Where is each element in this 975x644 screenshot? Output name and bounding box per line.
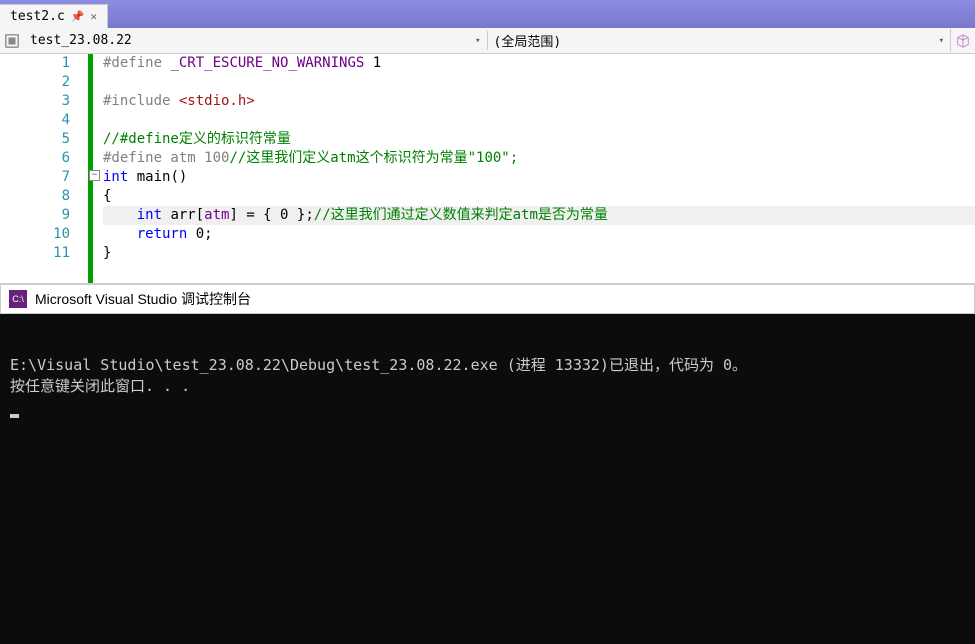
console-line: E:\Visual Studio\test_23.08.22\Debug\tes… <box>10 356 747 374</box>
code-line-current: int arr[atm] = { 0 };//这里我们通过定义数值来判定atm是… <box>103 206 975 225</box>
code-text-area[interactable]: #define _CRT_ESCURE_NO_WARNINGS 1 #inclu… <box>93 54 975 283</box>
code-line <box>103 111 975 130</box>
console-line: 按任意键关闭此窗口. . . <box>10 377 190 395</box>
console-title: Microsoft Visual Studio 调试控制台 <box>35 289 251 309</box>
code-line: #define atm 100//这里我们定义atm这个标识符为常量"100"; <box>103 149 975 168</box>
close-icon[interactable]: ✕ <box>91 10 98 23</box>
code-line: #define _CRT_ESCURE_NO_WARNINGS 1 <box>103 54 975 73</box>
console-output[interactable]: E:\Visual Studio\test_23.08.22\Debug\tes… <box>0 314 975 644</box>
tab-bar: test2.c 📌 ✕ <box>0 0 975 28</box>
file-tab[interactable]: test2.c 📌 ✕ <box>0 4 108 28</box>
line-number: 6 <box>0 149 70 168</box>
code-line: { <box>103 187 975 206</box>
line-number: 10 <box>0 225 70 244</box>
console-titlebar[interactable]: C:\ Microsoft Visual Studio 调试控制台 <box>0 284 975 314</box>
line-number: 9 <box>0 206 70 225</box>
line-number: 2 <box>0 73 70 92</box>
split-view-icon[interactable] <box>951 34 975 48</box>
pin-icon[interactable]: 📌 <box>71 10 85 23</box>
line-number: 7 <box>0 168 70 187</box>
scope-dropdown-left[interactable]: test_23.08.22 ▾ <box>24 31 488 50</box>
code-line <box>103 73 975 92</box>
code-line: −int main() <box>103 168 975 187</box>
navigation-bar: test_23.08.22 ▾ (全局范围) ▾ <box>0 28 975 54</box>
scope-dropdown-right[interactable]: (全局范围) ▾ <box>488 29 952 52</box>
module-icon <box>4 33 20 49</box>
code-line: } <box>103 244 975 263</box>
chevron-down-icon: ▾ <box>475 36 480 46</box>
line-number: 5 <box>0 130 70 149</box>
code-line: #include <stdio.h> <box>103 92 975 111</box>
code-editor[interactable]: 1 2 3 4 5 6 7 8 9 10 11 #define _CRT_ESC… <box>0 54 975 284</box>
line-number-gutter: 1 2 3 4 5 6 7 8 9 10 11 <box>0 54 88 283</box>
fold-toggle-icon[interactable]: − <box>89 170 100 181</box>
line-number: 1 <box>0 54 70 73</box>
scope-left-label: test_23.08.22 <box>30 33 132 48</box>
tab-filename: test2.c <box>10 9 65 24</box>
console-cursor <box>10 414 19 418</box>
line-number: 4 <box>0 111 70 130</box>
code-line: //#define定义的标识符常量 <box>103 130 975 149</box>
line-number: 8 <box>0 187 70 206</box>
scope-right-label: (全局范围) <box>494 31 562 50</box>
line-number: 3 <box>0 92 70 111</box>
chevron-down-icon: ▾ <box>939 36 944 46</box>
code-line: return 0; <box>103 225 975 244</box>
line-number: 11 <box>0 244 70 263</box>
vs-console-icon: C:\ <box>9 290 27 308</box>
